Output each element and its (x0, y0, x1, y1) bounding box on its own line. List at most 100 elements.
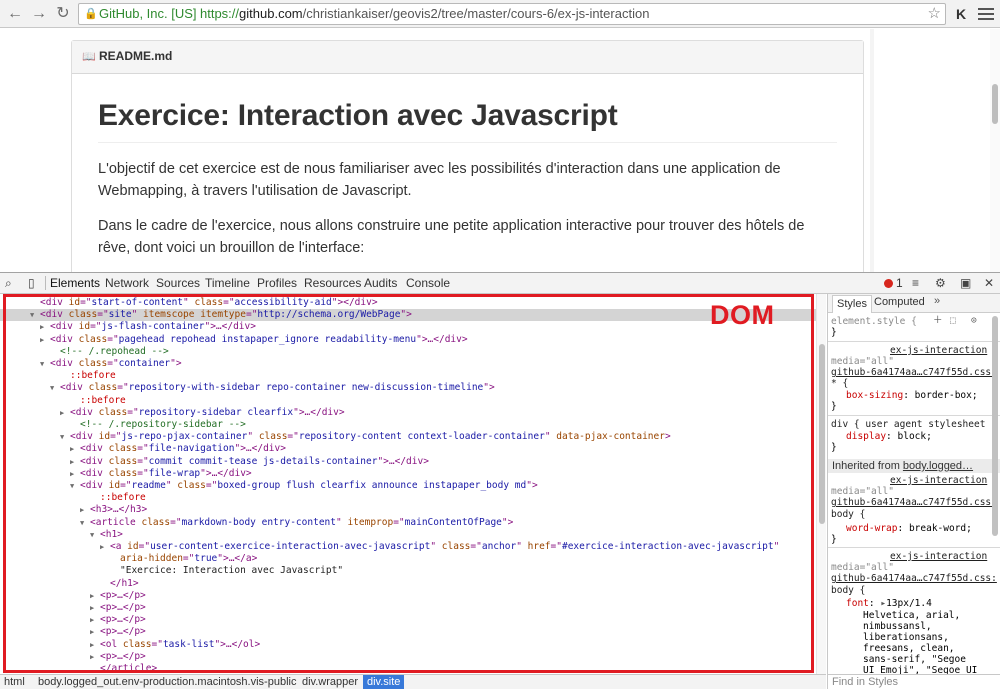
stylesheet-link[interactable]: github-6a4174aa…c747f55d.css: (831, 573, 997, 584)
dom-node[interactable]: ▶ <a id="user-content-exercice-interactio… (0, 541, 816, 553)
expanded-triangle-icon[interactable]: ▼ (30, 309, 34, 321)
collapsed-triangle-icon[interactable]: ▶ (60, 407, 64, 419)
device-mode-icon[interactable]: ▯ (28, 276, 35, 290)
bookmark-star-icon[interactable]: ☆ (928, 4, 941, 24)
dom-node[interactable]: ▼ <div class="container"> (0, 358, 816, 370)
dom-node[interactable]: ▶ <div class="file-navigation">…</div> (0, 443, 816, 455)
expanded-triangle-icon[interactable]: ▼ (60, 431, 64, 443)
collapsed-triangle-icon[interactable]: ▶ (70, 468, 74, 480)
dom-node[interactable]: "Exercice: Interaction avec Javascript" (0, 565, 816, 577)
gear-icon[interactable]: ⚙ (935, 276, 946, 290)
expanded-triangle-icon[interactable]: ▼ (80, 517, 84, 529)
dom-node[interactable]: ▶ <p>…</p> (0, 651, 816, 663)
dom-node[interactable]: aria-hidden="true">…</a> (0, 553, 816, 565)
dom-node[interactable]: </article> (0, 663, 816, 674)
dom-node[interactable]: ▼ <div id="readme" class="boxed-group flu… (0, 480, 816, 492)
close-icon[interactable]: ✕ (984, 276, 994, 290)
tab-styles[interactable]: Styles (832, 295, 872, 313)
collapsed-triangle-icon[interactable]: ▶ (40, 334, 44, 346)
dom-node[interactable]: ▶ <div id="js-flash-container">…</div> (0, 321, 816, 333)
dom-node[interactable]: ▶ <p>…</p> (0, 590, 816, 602)
inspect-search-icon[interactable]: ⌕ (5, 276, 12, 291)
stylesheet-link[interactable]: ex-js-interaction (890, 475, 987, 486)
collapsed-triangle-icon[interactable]: ▶ (90, 614, 94, 626)
dom-node[interactable]: ::before (0, 492, 816, 504)
dom-node[interactable]: ▶ <p>…</p> (0, 602, 816, 614)
collapsed-triangle-icon[interactable]: ▶ (70, 456, 74, 468)
dom-node[interactable]: ::before (0, 395, 816, 407)
dom-node[interactable]: <!-- /.repository-sidebar --> (0, 419, 816, 431)
tab-sources[interactable]: Sources (156, 276, 200, 290)
extension-icon[interactable]: K (952, 5, 970, 23)
collapsed-triangle-icon[interactable]: ▶ (90, 602, 94, 614)
tab-computed[interactable]: Computed (874, 296, 925, 308)
dom-node[interactable]: <div id="start-of-content" class="access… (0, 297, 816, 309)
dom-node[interactable]: ▼ <article class="markdown-body entry-con… (0, 517, 816, 529)
expanded-triangle-icon[interactable]: ▼ (40, 358, 44, 370)
collapsed-triangle-icon[interactable]: ▶ (100, 541, 104, 553)
breadcrumb-html[interactable]: html (4, 676, 25, 688)
dom-node[interactable]: ▶ <p>…</p> (0, 626, 816, 638)
css-property[interactable]: display: block; (846, 431, 932, 442)
dom-node[interactable]: </h1> (0, 578, 816, 590)
dom-node[interactable]: ▶ <h3>…</h3> (0, 504, 816, 516)
collapsed-triangle-icon[interactable]: ▶ (40, 321, 44, 333)
dom-node[interactable]: <!-- /.repohead --> (0, 346, 816, 358)
styles-scrollbar[interactable] (990, 316, 1000, 674)
address-bar[interactable]: 🔒 GitHub, Inc. [US] https://github.com/c… (78, 3, 946, 25)
element-state-icon[interactable]: ⬚ (950, 315, 956, 326)
dom-scrollbar[interactable] (816, 294, 826, 674)
css-property[interactable]: box-sizing: border-box; (846, 390, 978, 401)
dom-node[interactable]: ▶ <div class="file-wrap">…</div> (0, 468, 816, 480)
error-count[interactable]: 1 (896, 276, 903, 290)
stylesheet-link[interactable]: ex-js-interaction (890, 551, 987, 562)
console-drawer-icon[interactable]: ≡ (912, 276, 919, 290)
back-icon[interactable]: ← (5, 4, 25, 24)
stylesheet-link[interactable]: github-6a4174aa…c747f55d.css: (831, 367, 997, 378)
dom-node[interactable]: ▼ <div class="repository-with-sidebar rep… (0, 382, 816, 394)
tab-timeline[interactable]: Timeline (205, 276, 250, 290)
find-in-styles-input[interactable]: Find in Styles (827, 674, 1000, 689)
dom-node[interactable]: ▶ <p>…</p> (0, 614, 816, 626)
expanded-triangle-icon[interactable]: ▼ (70, 480, 74, 492)
breadcrumb-site[interactable]: div.site (363, 675, 405, 689)
page-scrollbar[interactable] (990, 29, 1000, 272)
reload-icon[interactable]: ↻ (53, 4, 73, 24)
stylesheet-link[interactable]: ex-js-interaction (890, 345, 987, 356)
error-icon[interactable] (884, 279, 893, 288)
dom-node[interactable]: ▼ <div class="site" itemscope itemtype="h… (0, 309, 816, 322)
breadcrumb-wrapper[interactable]: div.wrapper (302, 676, 358, 688)
css-property[interactable]: word-wrap: break-word; (846, 523, 972, 534)
stylesheet-link[interactable]: github-6a4174aa…c747f55d.css: (831, 497, 997, 508)
collapsed-triangle-icon[interactable]: ▶ (90, 639, 94, 651)
inherited-link[interactable]: body.logged… (903, 460, 973, 472)
collapsed-triangle-icon[interactable]: ▶ (90, 590, 94, 602)
dom-node[interactable]: ▶ <div class="repository-sidebar clearfix… (0, 407, 816, 419)
expanded-triangle-icon[interactable]: ▼ (50, 382, 54, 394)
dom-node[interactable]: ▶ <ol class="task-list">…</ol> (0, 639, 816, 651)
dom-node[interactable]: ::before (0, 370, 816, 382)
breadcrumb-body[interactable]: body.logged_out.env-production.macintosh… (38, 676, 296, 688)
css-property[interactable]: font: ▸13px/1.4 (846, 598, 932, 609)
tab-elements[interactable]: Elements (50, 276, 100, 290)
dom-node[interactable]: ▶ <div class="pagehead repohead instapape… (0, 334, 816, 346)
dom-node[interactable]: ▼ <div id="js-repo-pjax-container" class=… (0, 431, 816, 443)
tab-resources[interactable]: Resources (304, 276, 361, 290)
dom-node[interactable]: ▶ <div class="commit commit-tease js-deta… (0, 456, 816, 468)
collapsed-triangle-icon[interactable]: ▶ (70, 443, 74, 455)
tab-audits[interactable]: Audits (364, 276, 397, 290)
new-rule-icon[interactable]: ＋ (933, 315, 943, 326)
expanded-triangle-icon[interactable]: ▼ (90, 529, 94, 541)
dom-tree[interactable]: <div id="start-of-content" class="access… (0, 294, 826, 674)
menu-icon[interactable] (978, 5, 994, 23)
collapsed-triangle-icon[interactable]: ▶ (80, 504, 84, 516)
forward-icon[interactable]: → (29, 4, 49, 24)
tab-profiles[interactable]: Profiles (257, 276, 297, 290)
animations-icon[interactable]: ⊙ (971, 315, 977, 326)
dom-node[interactable]: ▼ <h1> (0, 529, 816, 541)
collapsed-triangle-icon[interactable]: ▶ (90, 651, 94, 663)
more-tabs-icon[interactable]: » (934, 295, 940, 307)
element-style-rule[interactable]: element.style { (831, 316, 917, 327)
collapsed-triangle-icon[interactable]: ▶ (90, 626, 94, 638)
tab-network[interactable]: Network (105, 276, 149, 290)
